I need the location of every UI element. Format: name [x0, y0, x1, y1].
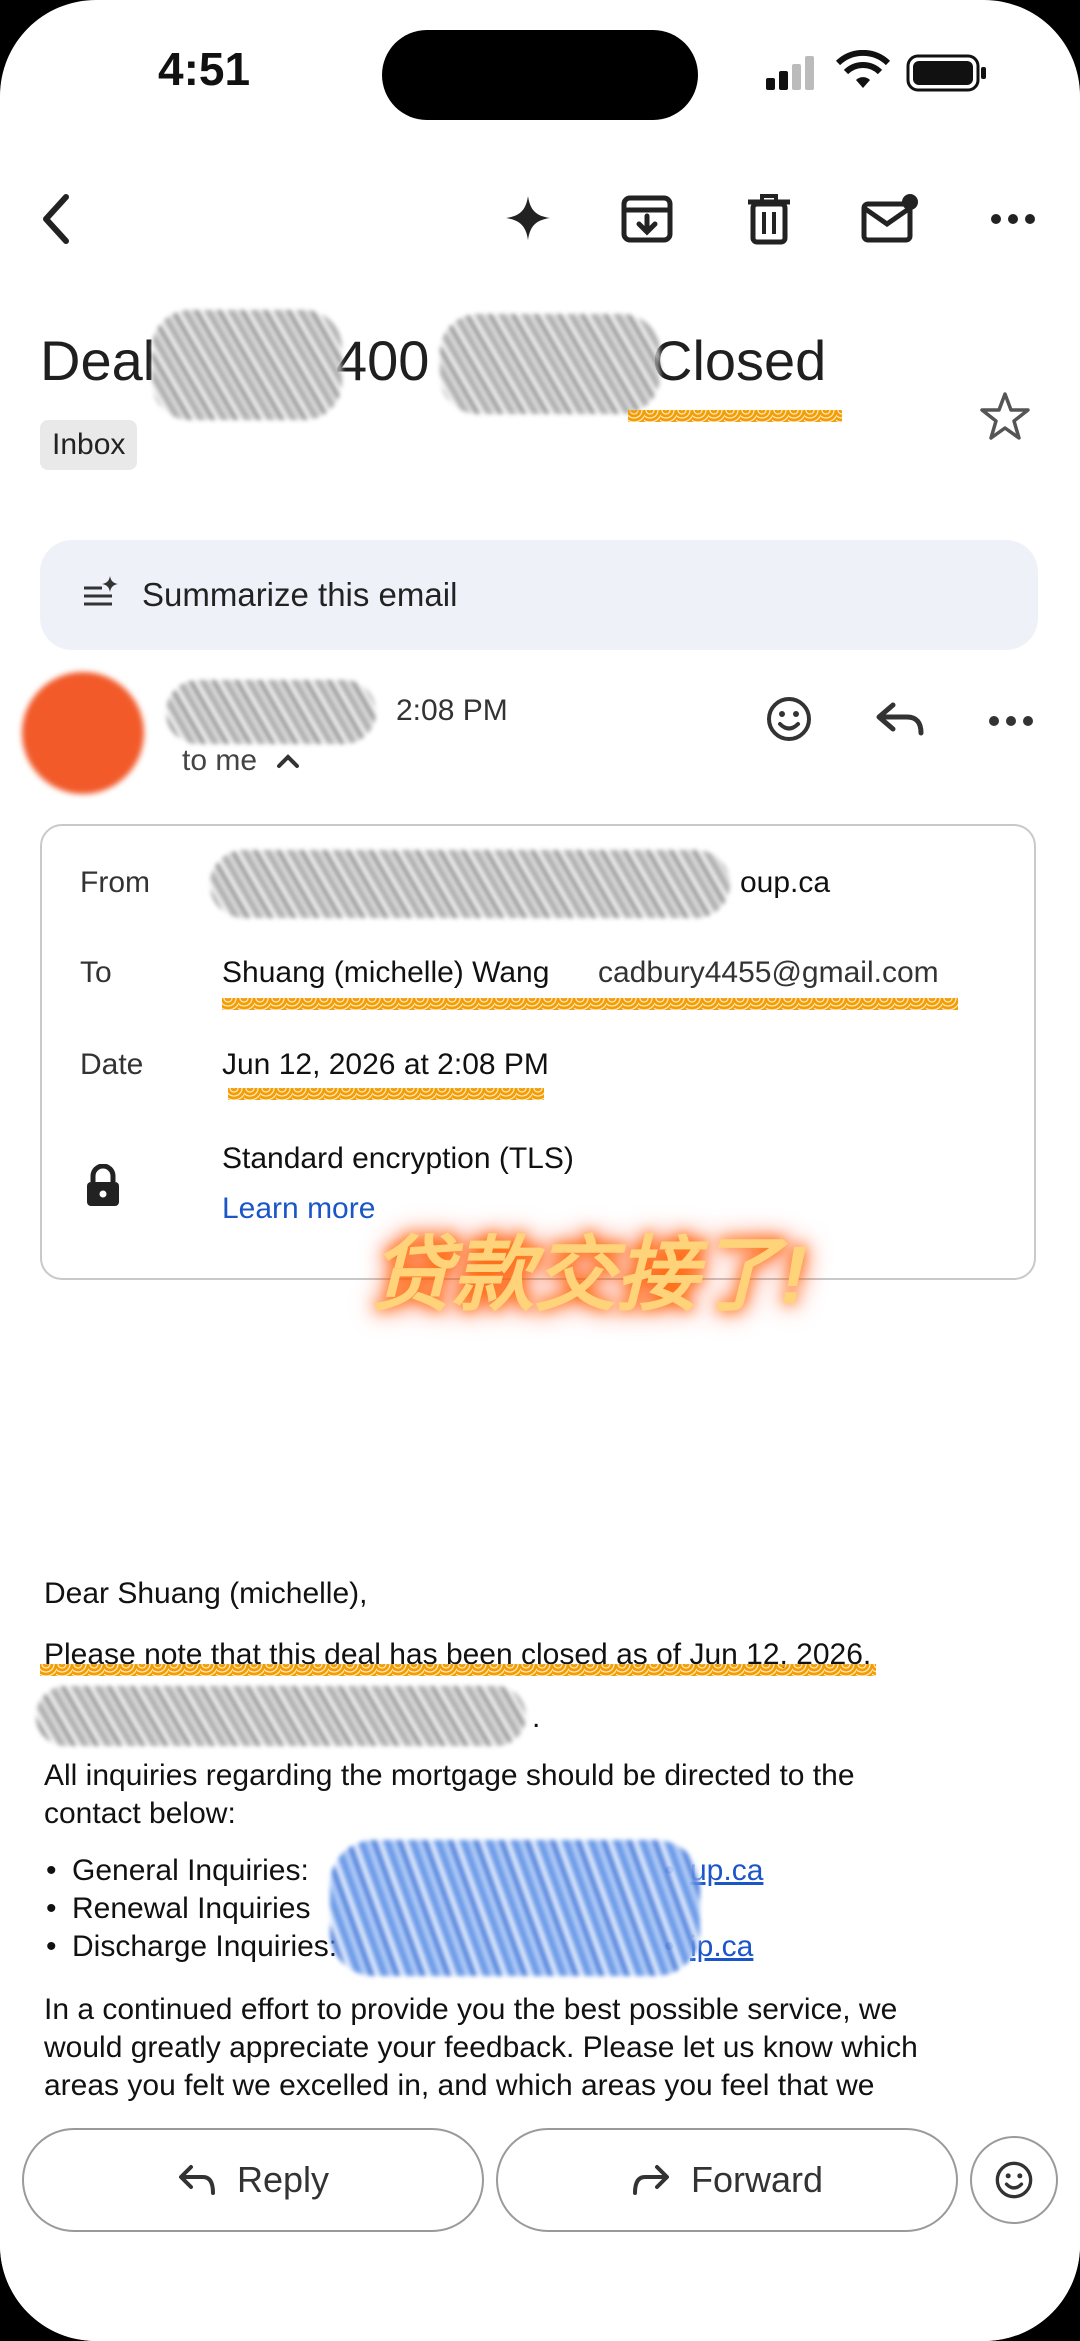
- email-para-2: would greatly appreciate your feedback. …: [44, 2031, 918, 2064]
- email-line-2: All inquiries regarding the mortgage sho…: [44, 1759, 855, 1792]
- star-icon[interactable]: [974, 386, 1036, 448]
- dynamic-island: [382, 30, 698, 120]
- to-me-label: to me: [182, 744, 258, 777]
- bullet-label: Discharge Inquiries:: [72, 1930, 338, 1963]
- recipient-toggle[interactable]: to me: [182, 744, 301, 778]
- wifi-icon: [835, 49, 891, 95]
- date-label: Date: [80, 1048, 144, 1081]
- to-name: Shuang (michelle) Wang: [222, 956, 550, 989]
- highlight-underline: [228, 1088, 544, 1100]
- reply-icon: [178, 2165, 215, 2195]
- date-value: Jun 12, 2026 at 2:08 PM: [222, 1048, 549, 1081]
- email-para-3: areas you felt we excelled in, and which…: [44, 2069, 875, 2102]
- inbox-label[interactable]: Inbox: [40, 420, 138, 470]
- sparkle-icon[interactable]: [496, 186, 560, 250]
- signal-icon: [766, 56, 822, 95]
- redacted-period: .: [532, 1701, 541, 1734]
- summarize-button[interactable]: Summarize this email: [40, 540, 1038, 650]
- from-redacted: [210, 850, 730, 918]
- summarize-icon: [82, 574, 120, 616]
- back-icon[interactable]: [26, 184, 86, 254]
- email-subject: Deal: [40, 328, 155, 393]
- message-more-icon[interactable]: [980, 702, 1042, 740]
- summarize-label: Summarize this email: [142, 576, 458, 613]
- highlight-underline: [40, 1664, 876, 1676]
- bullet-general: General Inquiries:: [46, 1854, 309, 1888]
- bullet-renewal: Renewal Inquiries: [46, 1892, 311, 1926]
- email-para-1: In a continued effort to provide you the…: [44, 1993, 898, 2026]
- overlay-caption: 贷款交接了!: [370, 1230, 808, 1321]
- redaction-scribble: [440, 314, 660, 414]
- sender-time: 2:08 PM: [396, 694, 508, 727]
- subject-start: Deal: [40, 329, 156, 392]
- to-label: To: [80, 956, 112, 989]
- from-label: From: [80, 866, 150, 899]
- subject-end: Closed: [652, 329, 827, 392]
- links-redacted: [330, 1840, 700, 1976]
- body-redacted: [36, 1686, 526, 1746]
- redaction-scribble: [152, 310, 342, 420]
- learn-more-link[interactable]: Learn more: [222, 1192, 375, 1226]
- bullet-discharge: Discharge Inquiries:: [46, 1930, 338, 1964]
- reply-button[interactable]: Reply: [22, 2128, 484, 2232]
- subject-middle: 400: [336, 329, 430, 392]
- forward-button[interactable]: Forward: [496, 2128, 958, 2232]
- email-greeting: Dear Shuang (michelle),: [44, 1577, 368, 1610]
- bullet-general-link[interactable]: up.ca: [664, 1854, 764, 1888]
- chevron-up-icon: [277, 754, 300, 768]
- forward-label: Forward: [690, 2159, 824, 2200]
- sender-avatar[interactable]: [22, 672, 144, 794]
- mark-unread-icon[interactable]: [856, 186, 922, 252]
- status-time: 4:51: [158, 43, 251, 95]
- phone-screen: 4:51 Deal 400 Closed Inbox Summarize thi…: [0, 0, 1080, 2341]
- trash-icon[interactable]: [736, 186, 802, 252]
- reply-icon[interactable]: [870, 690, 930, 748]
- lock-icon: [84, 1163, 122, 1213]
- emoji-button[interactable]: [970, 2136, 1058, 2224]
- email-line-3: contact below:: [44, 1797, 236, 1830]
- more-icon[interactable]: [980, 196, 1046, 242]
- emoji-icon: [995, 2161, 1033, 2199]
- to-email: cadbury4455@gmail.com: [598, 956, 939, 989]
- reply-label: Reply: [236, 2159, 330, 2200]
- forward-icon: [632, 2165, 669, 2195]
- bullet-label: Renewal Inquiries: [72, 1892, 311, 1925]
- bullet-label: General Inquiries:: [72, 1854, 309, 1887]
- battery-icon: [906, 54, 988, 97]
- encryption-text: Standard encryption (TLS): [222, 1142, 574, 1175]
- highlight-underline: [222, 998, 958, 1010]
- from-value: oup.ca: [740, 866, 831, 899]
- highlight-underline: [628, 410, 842, 422]
- sender-name-redacted: [166, 680, 376, 744]
- archive-icon[interactable]: [614, 186, 680, 252]
- emoji-react-icon[interactable]: [760, 690, 818, 748]
